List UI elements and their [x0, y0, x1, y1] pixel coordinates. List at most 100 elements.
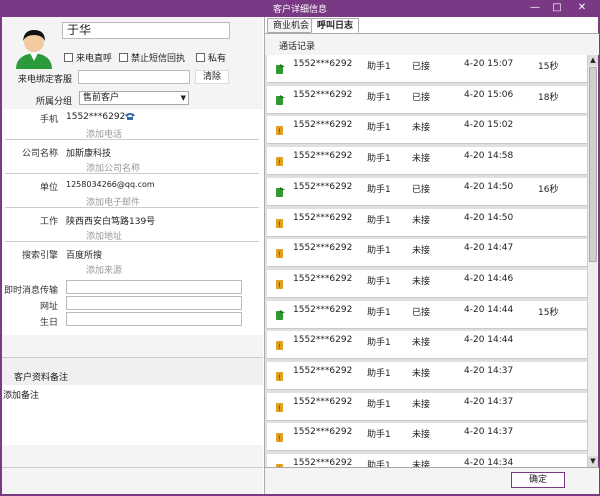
record-time: 4-20 14:44 [464, 304, 514, 315]
call-record-list: 1552***6292 助手1 已接 4-20 15:07 15秒 1552***6292… [265, 55, 587, 467]
record-status: 未接 [412, 399, 431, 410]
scroll-down-icon[interactable]: ▼ [588, 456, 598, 467]
missed-call-icon: ! [276, 218, 283, 228]
title-bar: 客户详细信息 — □ ✕ [0, 0, 600, 17]
left-footer [2, 467, 263, 494]
bind-agent-input[interactable] [78, 70, 190, 84]
minimize-button[interactable]: — [524, 0, 546, 17]
record-time: 4-20 14:46 [464, 273, 514, 284]
record-agent: 助手1 [367, 246, 391, 257]
record-time: 4-20 14:44 [464, 335, 514, 346]
call-record-row[interactable]: 1552***6292 助手1 已接 4-20 15:06 18秒 [267, 85, 587, 114]
call-record-row[interactable]: ! 1552***6292 助手1 未接 4-20 14:44 [267, 331, 587, 360]
record-phone: 1552***6292 [293, 427, 353, 438]
divider [5, 207, 259, 208]
record-agent: 助手1 [367, 338, 391, 349]
call-record-row[interactable]: ! 1552***6292 助手1 未接 4-20 14:37 [267, 423, 587, 452]
record-status: 未接 [412, 154, 431, 165]
email-value: 1258034266@qq.com [66, 180, 155, 189]
company-label: 公司名称 [21, 149, 58, 159]
svg-text:!: ! [278, 435, 281, 443]
add-source-link[interactable]: 添加来源 [86, 263, 122, 276]
phone-value: 1552***6292 [66, 112, 126, 122]
record-status: 已接 [412, 92, 431, 103]
scroll-up-icon[interactable]: ▲ [588, 55, 598, 66]
call-record-row[interactable]: 1552***6292 助手1 已接 4-20 15:07 15秒 [267, 55, 587, 83]
im-input[interactable] [66, 280, 242, 294]
call-record-row[interactable]: ! 1552***6292 助手1 未接 4-20 14:37 [267, 362, 587, 390]
scrollbar[interactable]: ▲ ▼ [587, 55, 598, 467]
record-time: 4-20 14:34 [464, 458, 514, 467]
record-time: 4-20 14:50 [464, 181, 514, 192]
search-engine-label: 搜索引擎 [21, 251, 58, 261]
svg-text:!: ! [278, 343, 281, 351]
no-sms-receipt-checkbox[interactable]: 禁止短信回执 [119, 51, 185, 64]
record-time: 4-20 15:06 [464, 89, 514, 100]
work-label: 工作 [39, 217, 58, 227]
record-agent: 助手1 [367, 307, 391, 318]
record-status: 未接 [412, 430, 431, 441]
records-header: 通话记录 [265, 33, 599, 55]
record-phone: 1552***6292 [293, 273, 353, 284]
svg-text:!: ! [278, 251, 281, 259]
checkbox-box [196, 53, 205, 62]
call-record-row[interactable]: ! 1552***6292 助手1 未接 4-20 15:02 [267, 116, 587, 145]
call-record-row[interactable]: ! 1552***6292 助手1 未接 4-20 14:47 [267, 239, 587, 268]
scroll-thumb[interactable] [589, 67, 597, 262]
tab-call-log[interactable]: 呼叫日志 [311, 18, 360, 33]
group-select-value: 售前客户 [83, 93, 120, 103]
records-title[interactable]: 通话记录 [279, 39, 315, 52]
answered-call-icon [276, 186, 285, 197]
call-record-row[interactable]: ! 1552***6292 助手1 未接 4-20 14:58 [267, 147, 587, 176]
record-phone: 1552***6292 [293, 458, 353, 467]
clear-button[interactable]: 清除 [195, 70, 229, 84]
customer-name-field[interactable]: 于华 [62, 22, 230, 39]
ok-button[interactable]: 确定 [511, 472, 565, 488]
svg-text:!: ! [278, 220, 281, 228]
birthday-label: 生日 [39, 318, 58, 328]
record-phone: 1552***6292 [293, 151, 353, 162]
call-record-row[interactable]: 1552***6292 助手1 已接 4-20 14:44 15秒 [267, 300, 587, 329]
call-record-row[interactable]: !1552***6292助手1未接4-20 14:34 [267, 454, 587, 467]
record-status: 已接 [412, 62, 431, 72]
call-record-row[interactable]: ! 1552***6292 助手1 未接 4-20 14:37 [267, 392, 587, 421]
missed-call-icon: ! [276, 372, 283, 382]
record-time: 4-20 14:47 [464, 243, 514, 254]
record-status: 未接 [412, 461, 431, 467]
svg-text:!: ! [278, 404, 281, 412]
call-record-row[interactable]: ! 1552***6292 助手1 未接 4-20 14:46 [267, 269, 587, 298]
call-record-row[interactable]: ! 1552***6292 助手1 未接 4-20 14:50 [267, 208, 587, 237]
record-status: 未接 [412, 338, 431, 349]
divider [5, 173, 259, 174]
im-label: 即时消息传输 [3, 286, 58, 296]
record-agent: 助手1 [367, 62, 391, 72]
phone-icon[interactable] [124, 111, 136, 121]
record-phone: 1552***6292 [293, 366, 353, 376]
checkbox-box [119, 53, 128, 62]
call-record-row[interactable]: 1552***6292 助手1 已接 4-20 14:50 16秒 [267, 177, 587, 206]
record-time: 4-20 14:37 [464, 396, 514, 407]
notes-area[interactable]: 添加备注 [2, 385, 263, 445]
add-notes-link[interactable]: 添加备注 [3, 388, 39, 401]
record-phone: 1552***6292 [293, 59, 353, 69]
record-time: 4-20 14:37 [464, 427, 514, 438]
record-agent: 助手1 [367, 184, 391, 195]
missed-call-icon: ! [276, 157, 283, 167]
private-checkbox[interactable]: 私有 [196, 51, 226, 64]
url-input[interactable] [66, 296, 242, 310]
record-phone: 1552***6292 [293, 89, 353, 100]
bind-agent-label: 来电绑定客服 [17, 75, 72, 85]
record-phone: 1552***6292 [293, 212, 353, 223]
record-agent: 助手1 [367, 276, 391, 287]
tab-business-opportunity[interactable]: 商业机会 [267, 18, 316, 33]
group-select[interactable]: 售前客户 ▼ [79, 91, 189, 105]
unit-label: 单位 [39, 183, 58, 193]
record-agent: 助手1 [367, 154, 391, 165]
record-duration: 16秒 [538, 184, 559, 195]
maximize-button[interactable]: □ [546, 0, 568, 17]
svg-text:!: ! [278, 128, 281, 136]
close-button[interactable]: ✕ [568, 0, 596, 17]
birthday-input[interactable] [66, 312, 242, 326]
notes-title: 客户资料备注 [14, 373, 69, 383]
direct-call-checkbox[interactable]: 来电直呼 [64, 51, 112, 64]
